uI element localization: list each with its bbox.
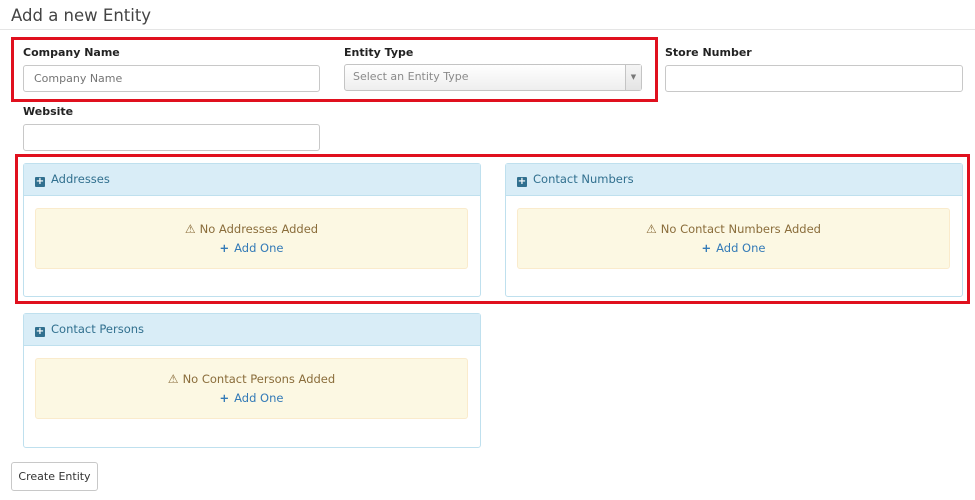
contact-persons-empty-alert: ⚠ No Contact Persons Added + Add One	[35, 358, 468, 419]
plus-icon: +	[219, 391, 230, 405]
store-number-label: Store Number	[665, 46, 752, 59]
contact-persons-empty-text: No Contact Persons Added	[182, 372, 336, 386]
contact-persons-panel: + Contact Persons ⚠ No Contact Persons Add…	[23, 313, 481, 448]
create-entity-button[interactable]: Create Entity	[11, 462, 98, 491]
highlight-box-fields	[11, 37, 658, 102]
page-title: Add a new Entity	[11, 6, 152, 25]
title-divider	[0, 29, 975, 30]
add-contact-person-label: Add One	[234, 391, 284, 405]
contact-persons-panel-title: Contact Persons	[51, 322, 145, 336]
store-number-input[interactable]	[665, 65, 963, 92]
website-input[interactable]	[23, 124, 320, 151]
plus-square-icon[interactable]: +	[35, 327, 45, 337]
highlight-box-panels	[15, 154, 970, 304]
warning-icon: ⚠	[167, 372, 179, 386]
contact-persons-panel-header[interactable]: + Contact Persons	[24, 314, 480, 346]
website-label: Website	[23, 105, 74, 118]
add-contact-person-link[interactable]: + Add One	[36, 391, 467, 405]
